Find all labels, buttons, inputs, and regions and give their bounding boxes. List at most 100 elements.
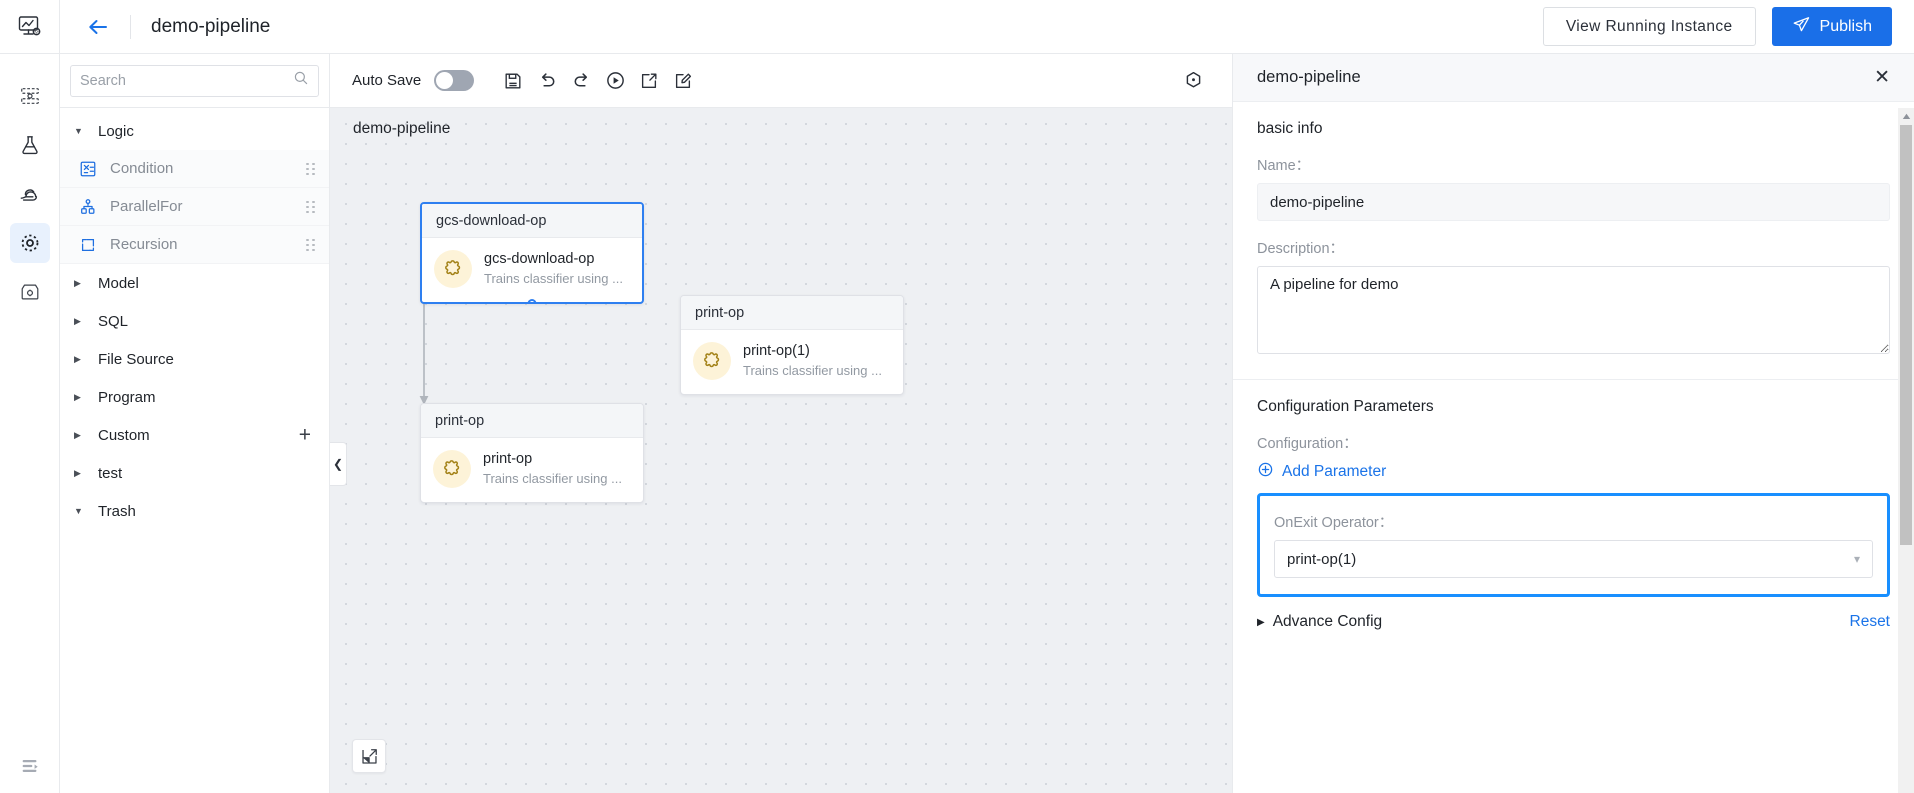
tree-item-condition[interactable]: Condition xyxy=(60,150,329,188)
pipeline-canvas[interactable]: demo-pipeline gcs-download-op gcs-downlo… xyxy=(330,108,1232,793)
add-parameter-label: Add Parameter xyxy=(1282,463,1387,480)
reset-button[interactable]: Reset xyxy=(1850,613,1891,631)
chevron-down-icon xyxy=(74,507,84,516)
node-description: Trains classifier using ... xyxy=(484,270,623,286)
onexit-selected-value: print-op(1) xyxy=(1287,550,1357,568)
pipeline-editor-app: Logic Condition xyxy=(0,0,1914,793)
onexit-operator-select[interactable]: print-op(1) ▾ xyxy=(1274,540,1873,578)
tree-group-trash[interactable]: Trash xyxy=(60,492,329,530)
redo-icon[interactable] xyxy=(564,64,598,98)
chevron-right-icon xyxy=(74,469,84,478)
header-divider xyxy=(130,14,131,39)
search-input[interactable] xyxy=(80,72,293,89)
tree-item-recursion[interactable]: Recursion xyxy=(60,226,329,264)
send-icon xyxy=(1792,15,1811,39)
tree-group-label: Program xyxy=(98,388,156,406)
canvas-node-print-op[interactable]: print-op print-op Trains classifier usin… xyxy=(420,403,644,503)
undo-icon[interactable] xyxy=(530,64,564,98)
canvas-node-gcs-download-op[interactable]: gcs-download-op gcs-download-op Trains c… xyxy=(420,202,644,304)
onexit-label: OnExit Operator： xyxy=(1274,515,1394,531)
header-actions: View Running Instance Publish xyxy=(1542,7,1892,46)
canvas-node-print-op-1[interactable]: print-op print-op(1) Trains classifier u… xyxy=(680,295,904,395)
chevron-right-icon xyxy=(74,355,84,364)
node-body: gcs-download-op Trains classifier using … xyxy=(422,238,642,302)
tree-group-sql[interactable]: SQL xyxy=(60,302,329,340)
node-text: gcs-download-op Trains classifier using … xyxy=(484,250,623,288)
onexit-operator-group: OnExit Operator： print-op(1) ▾ xyxy=(1257,493,1890,597)
add-parameter-button[interactable]: Add Parameter xyxy=(1257,461,1386,483)
scrollbar-up-arrow[interactable] xyxy=(1898,108,1914,125)
node-header: gcs-download-op xyxy=(422,204,642,238)
tree-group-label: test xyxy=(98,464,123,482)
import-icon[interactable] xyxy=(666,64,700,98)
node-name: print-op(1) xyxy=(743,343,810,360)
chevron-down-icon: ▾ xyxy=(1853,552,1860,566)
chevron-down-icon xyxy=(74,127,84,136)
node-name: gcs-download-op xyxy=(484,251,595,268)
rail-item-serving[interactable] xyxy=(10,174,50,214)
node-description: Trains classifier using ... xyxy=(743,362,882,378)
tree-group-label: Custom xyxy=(98,426,150,444)
canvas-collapse-handle[interactable]: ❮ xyxy=(330,442,347,486)
rail-item-experiments[interactable] xyxy=(10,125,50,165)
chevron-right-icon xyxy=(74,279,84,288)
panel-body: basic info Name： Description： Configurat… xyxy=(1233,102,1914,793)
plus-circle-icon xyxy=(1257,461,1274,483)
rail-item-pipelines[interactable] xyxy=(9,223,50,263)
tree-group-program[interactable]: Program xyxy=(60,378,329,416)
node-body: print-op(1) Trains classifier using ... xyxy=(681,330,903,394)
tree-item-label: ParallelFor xyxy=(110,198,183,215)
close-icon[interactable]: ✕ xyxy=(1874,68,1890,87)
app-rail xyxy=(0,0,60,793)
run-icon[interactable] xyxy=(598,64,632,98)
node-body: print-op Trains classifier using ... xyxy=(421,438,643,502)
export-icon[interactable] xyxy=(632,64,666,98)
auto-save-toggle[interactable] xyxy=(434,70,475,91)
rail-item-resources[interactable] xyxy=(10,76,50,116)
advance-config-row: ▶ Advance Config Reset xyxy=(1233,597,1914,645)
rail-item-settings[interactable] xyxy=(10,272,50,312)
top-header-bar: demo-pipeline View Running Instance Publ… xyxy=(60,0,1914,54)
node-output-port[interactable] xyxy=(527,299,537,302)
search-icon xyxy=(293,70,309,91)
publish-button[interactable]: Publish xyxy=(1771,7,1892,46)
advance-config-toggle[interactable]: ▶ Advance Config xyxy=(1257,613,1382,631)
puzzle-icon xyxy=(433,450,471,488)
pipeline-name-input[interactable] xyxy=(1257,183,1890,221)
save-icon[interactable] xyxy=(496,64,530,98)
publish-label: Publish xyxy=(1819,17,1872,35)
parallelfor-icon xyxy=(78,197,98,217)
drag-handle-icon[interactable] xyxy=(306,200,315,213)
configuration-label: Configuration： xyxy=(1257,436,1358,452)
rail-collapse[interactable] xyxy=(0,755,60,777)
pipeline-description-textarea[interactable] xyxy=(1257,266,1890,354)
fit-screen-button[interactable] xyxy=(352,739,386,773)
add-custom-button[interactable]: + xyxy=(299,425,311,446)
config-params-section: Configuration Parameters Configuration： … xyxy=(1233,380,1914,493)
tree-group-custom[interactable]: Custom + xyxy=(60,416,329,454)
chevron-right-icon xyxy=(74,431,84,440)
tree-group-logic[interactable]: Logic xyxy=(60,112,329,150)
hex-gear-icon[interactable] xyxy=(1176,64,1210,98)
app-logo[interactable] xyxy=(0,0,60,54)
tree-item-parallelfor[interactable]: ParallelFor xyxy=(60,188,329,226)
drag-handle-icon[interactable] xyxy=(306,238,315,251)
tree-group-file-source[interactable]: File Source xyxy=(60,340,329,378)
node-name: print-op xyxy=(483,451,533,468)
component-sidebar: Logic Condition xyxy=(60,54,330,793)
condition-icon xyxy=(78,159,98,179)
properties-panel: demo-pipeline ✕ basic info Name： Descrip… xyxy=(1232,54,1914,793)
view-running-instance-button[interactable]: View Running Instance xyxy=(1542,7,1756,46)
tree-group-model[interactable]: Model xyxy=(60,264,329,302)
panel-scrollbar[interactable] xyxy=(1898,108,1914,793)
search-box[interactable] xyxy=(70,64,319,97)
tree-group-test[interactable]: test xyxy=(60,454,329,492)
node-header: print-op xyxy=(421,404,643,438)
back-arrow-icon[interactable] xyxy=(86,16,110,38)
node-text: print-op(1) Trains classifier using ... xyxy=(743,342,882,380)
component-tree: Logic Condition xyxy=(60,108,329,793)
config-params-heading: Configuration Parameters xyxy=(1257,398,1434,415)
drag-handle-icon[interactable] xyxy=(306,162,315,175)
scrollbar-thumb[interactable] xyxy=(1900,125,1912,545)
chevron-right-icon xyxy=(74,393,84,402)
